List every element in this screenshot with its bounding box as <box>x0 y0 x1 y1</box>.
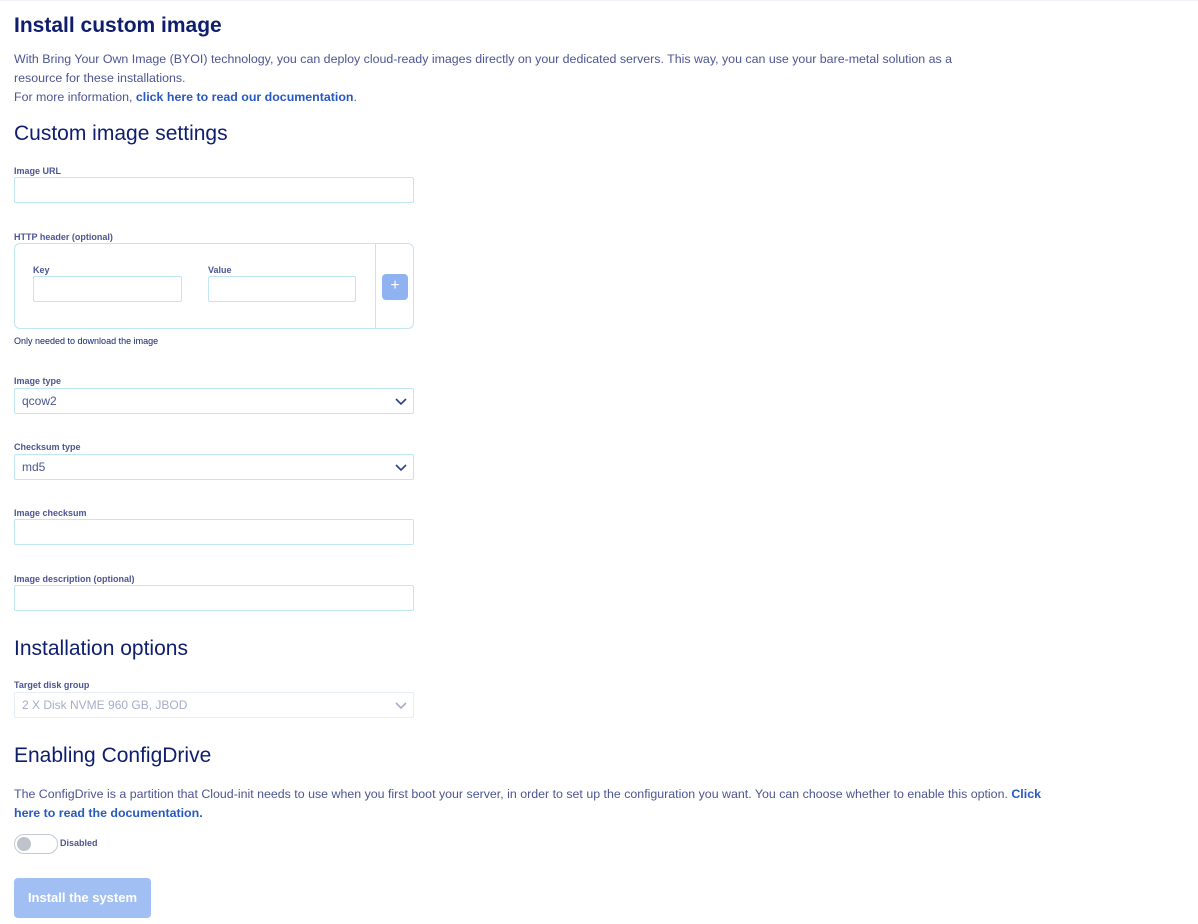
configdrive-text: The ConfigDrive is a partition that Clou… <box>14 787 1012 801</box>
header-key-input[interactable] <box>33 276 182 302</box>
add-header-button[interactable]: + <box>382 274 408 300</box>
image-description-input[interactable] <box>14 585 414 611</box>
http-header-helper-text: Only needed to download the image <box>14 336 159 346</box>
chevron-down-icon <box>395 398 407 406</box>
target-disk-group-value: 2 X Disk NVME 960 GB, JBOD <box>22 698 188 712</box>
target-disk-group-label: Target disk group <box>14 680 90 690</box>
install-system-button[interactable]: Install the system <box>14 878 151 918</box>
top-divider <box>0 0 1198 1</box>
image-checksum-input[interactable] <box>14 519 414 545</box>
documentation-link[interactable]: click here to read our documentation <box>136 90 354 104</box>
checksum-type-value: md5 <box>22 460 46 474</box>
image-checksum-label: Image checksum <box>14 508 87 518</box>
chevron-down-icon <box>395 702 407 710</box>
plus-icon: + <box>390 277 400 294</box>
checksum-type-select[interactable]: md5 <box>14 454 414 480</box>
installation-options-heading: Installation options <box>14 637 188 660</box>
image-url-input[interactable] <box>14 177 414 203</box>
checksum-type-label: Checksum type <box>14 442 81 452</box>
image-type-label: Image type <box>14 376 62 386</box>
configdrive-toggle[interactable] <box>14 834 58 854</box>
image-type-value: qcow2 <box>22 394 57 408</box>
configdrive-toggle-label: Disabled <box>60 838 98 848</box>
image-description-label: Image description (optional) <box>14 574 135 584</box>
intro-description: With Bring Your Own Image (BYOI) technol… <box>14 52 953 85</box>
value-label: Value <box>208 265 232 275</box>
intro-text: With Bring Your Own Image (BYOI) technol… <box>14 50 994 107</box>
image-url-label: Image URL <box>14 166 62 176</box>
configdrive-heading: Enabling ConfigDrive <box>14 744 212 767</box>
header-value-input[interactable] <box>208 276 356 302</box>
header-box-divider <box>375 244 376 328</box>
target-disk-group-select[interactable]: 2 X Disk NVME 960 GB, JBOD <box>14 692 414 718</box>
more-info-prefix: For more information, <box>14 90 136 104</box>
custom-image-settings-heading: Custom image settings <box>14 122 228 145</box>
more-info-suffix: . <box>353 90 357 104</box>
http-header-label: HTTP header (optional) <box>14 232 113 242</box>
http-header-group: Key Value + <box>14 243 414 329</box>
toggle-knob <box>17 837 31 851</box>
key-label: Key <box>33 265 50 275</box>
chevron-down-icon <box>395 464 407 472</box>
configdrive-description: The ConfigDrive is a partition that Clou… <box>14 785 1044 823</box>
page-title: Install custom image <box>14 14 222 37</box>
image-type-select[interactable]: qcow2 <box>14 388 414 414</box>
